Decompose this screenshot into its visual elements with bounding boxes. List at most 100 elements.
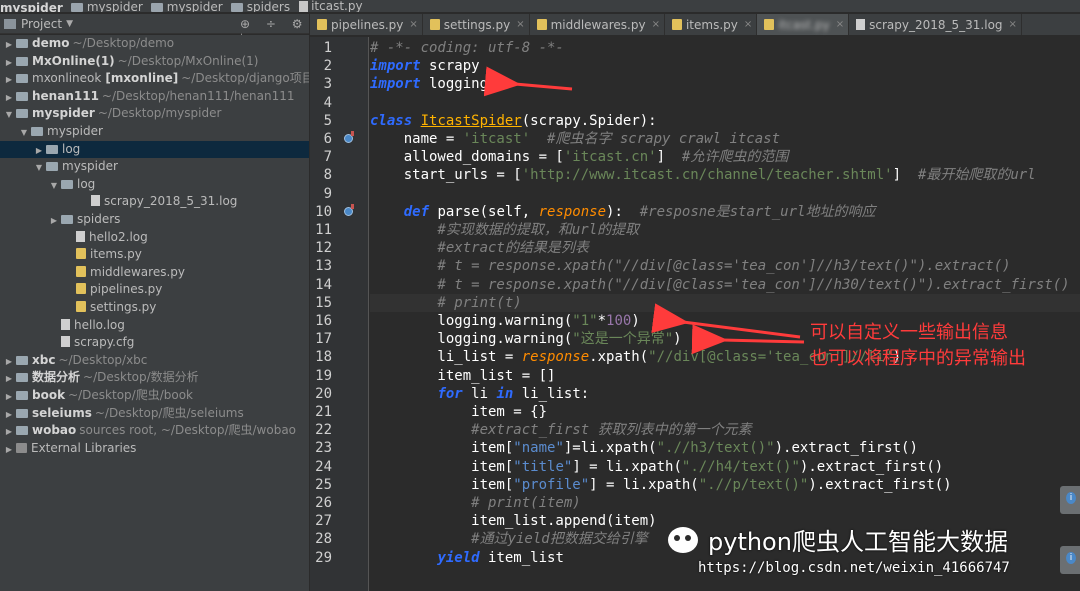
code-editor[interactable]: 1 2 3 4 5 6 7 8 9 10 11 12 13 14 15 16 17 18 19 20 21 22 23 24 2… [310,37,1080,591]
chevron-down-icon[interactable]: ▼ [49,177,59,193]
editor-tab[interactable]: itcast.py × [757,14,850,35]
code-line[interactable]: item["name"]=li.xpath(".//h3/text()").ex… [370,439,1080,457]
chevron-right-icon[interactable]: ▶ [4,71,14,87]
tree-item[interactable]: ▶ book ~/Desktop/爬虫/book [0,387,309,404]
code-line[interactable] [370,185,1080,203]
tree-item[interactable]: hello2.log [0,229,309,246]
code-token: in [496,386,514,402]
chevron-right-icon[interactable]: ▶ [49,212,59,228]
chevron-right-icon[interactable]: ▶ [4,353,14,369]
breadcrumb-item[interactable]: itcast.py [296,0,363,12]
code-line[interactable] [370,94,1080,112]
tree-item[interactable]: scrapy_2018_5_31.log [0,193,309,210]
chevron-right-icon[interactable]: ▶ [34,142,44,158]
code-line[interactable]: #extract_first 获取列表中的第一个元素 [370,421,1080,439]
editor-tab[interactable]: pipelines.py × [310,14,423,35]
code-line[interactable]: #extract的结果是列表 [370,239,1080,257]
code-line[interactable]: import scrapy [370,57,1080,75]
tree-item[interactable]: ▶ wobao sources root, ~/Desktop/爬虫/wobao [0,422,309,439]
navigation-breadcrumb: myspider myspider myspider spiders itcast.py [0,0,1080,13]
tree-item[interactable]: settings.py [0,299,309,316]
code-line[interactable]: # print(item) [370,494,1080,512]
tree-item[interactable]: hello.log [0,317,309,334]
close-icon[interactable]: × [836,19,844,30]
code-area[interactable]: # -*- coding: utf-8 -*- import scrapy impo… [370,37,1080,591]
breadcrumb-item[interactable]: myspider [149,1,223,12]
editor-tab-bar[interactable]: pipelines.py × settings.py × middlewares.py ×… [310,14,1080,36]
chevron-right-icon[interactable]: ▶ [4,406,14,422]
tree-item-label: mxonlineok [32,71,102,85]
editor-tab[interactable]: items.py × [665,14,758,35]
editor-tab[interactable]: middlewares.py × [530,14,665,35]
editor-tab[interactable]: settings.py × [423,14,530,35]
tree-item[interactable]: ▶ mxonlineok[mxonline]~/Desktop/django项目/… [0,70,309,87]
tree-item[interactable]: ▼ myspider [0,158,309,175]
tree-item[interactable]: ▶ xbc ~/Desktop/xbc [0,352,309,369]
code-line[interactable]: #实现数据的提取，和url的提取 [370,221,1080,239]
close-icon[interactable]: × [409,19,417,30]
code-line[interactable]: allowed_domains = ['itcast.cn'] #允许爬虫的范围 [370,148,1080,166]
chevron-right-icon[interactable]: ▶ [4,388,14,404]
chevron-right-icon[interactable]: ▶ [4,370,14,386]
tree-item[interactable]: ▼ log [0,176,309,193]
project-panel-title[interactable]: Project [21,17,62,31]
tree-item[interactable]: middlewares.py [0,264,309,281]
tree-item[interactable]: ▶ 数据分析 ~/Desktop/数据分析 [0,369,309,386]
python-file-icon [429,19,440,30]
tree-item[interactable]: items.py [0,246,309,263]
code-line[interactable]: import logging [370,75,1080,93]
breadcrumb-item[interactable]: myspider [0,2,63,13]
code-line[interactable]: # t = response.xpath("//div[@class='tea_… [370,257,1080,275]
notification-info-icon[interactable] [1060,546,1080,574]
tree-item[interactable]: ▼ myspider ~/Desktop/myspider [0,105,309,122]
tree-item-label: demo [32,36,70,50]
chevron-down-icon[interactable]: ▼ [4,106,14,122]
editor-tab[interactable]: scrapy_2018_5_31.log × [849,14,1022,35]
close-icon[interactable]: × [744,19,752,30]
tree-item-label: MxOnline(1) [32,54,115,68]
code-line[interactable]: def parse(self, response): #resposne是sta… [370,203,1080,221]
chevron-down-icon[interactable]: ▼ [66,19,73,29]
tree-item[interactable]: ▶ MxOnline(1) ~/Desktop/MxOnline(1) [0,53,309,70]
code-line[interactable]: # -*- coding: utf-8 -*- [370,39,1080,57]
project-tree[interactable]: ▶ demo ~/Desktop/demo ▶ MxOnline(1) ~/Desktop… [0,35,309,591]
tree-item[interactable]: ▶ seleiums ~/Desktop/爬虫/seleiums [0,405,309,422]
project-panel-header[interactable]: Project ▼ ⊕ ÷ ⚙ ⊢ [0,14,309,45]
close-icon[interactable]: × [1009,19,1017,30]
tree-item[interactable]: ▶ log [0,141,309,158]
line-number: 12 [315,240,332,256]
tree-item[interactable]: ▶ henan111 ~/Desktop/henan111/henan111 [0,88,309,105]
code-token: import [370,58,421,74]
tree-item[interactable]: ▶ demo ~/Desktop/demo [0,35,309,52]
code-line[interactable]: class ItcastSpider(scrapy.Spider): [370,112,1080,130]
tree-item[interactable]: pipelines.py [0,281,309,298]
chevron-right-icon[interactable]: ▶ [4,89,14,105]
chevron-right-icon[interactable]: ▶ [4,54,14,70]
event-log-info-icon[interactable] [1060,486,1080,514]
code-line[interactable]: # print(t) [370,294,1080,312]
close-icon[interactable]: × [516,19,524,30]
code-line[interactable]: item["title"] = li.xpath(".//h4/text()")… [370,458,1080,476]
code-line[interactable]: start_urls = ['http://www.itcast.cn/chan… [370,166,1080,184]
chevron-right-icon[interactable]: ▶ [4,36,14,52]
chevron-down-icon[interactable]: ▼ [19,124,29,140]
tree-item[interactable]: scrapy.cfg [0,334,309,351]
breadcrumb-item[interactable]: spiders [229,1,290,12]
chevron-right-icon[interactable]: ▶ [4,441,14,457]
tree-item[interactable]: ▶ External Libraries [0,440,309,457]
close-icon[interactable]: × [652,19,660,30]
code-line[interactable]: item = {} [370,403,1080,421]
code-line[interactable]: # t = response.xpath("//div[@class='tea_… [370,276,1080,294]
tree-item-label: spiders [77,212,121,226]
code-token: ".//h4/text()" [681,459,800,475]
chevron-right-icon[interactable]: ▶ [4,423,14,439]
code-line[interactable]: for li in li_list: [370,385,1080,403]
override-marker-icon[interactable] [344,131,354,143]
breadcrumb-item[interactable]: myspider [69,1,143,12]
tree-item[interactable]: ▶ spiders [0,211,309,228]
chevron-down-icon[interactable]: ▼ [34,159,44,175]
code-line[interactable]: name = 'itcast' #爬虫名字 scrapy crawl itcas… [370,130,1080,148]
code-line[interactable]: item["profile"] = li.xpath(".//p/text()"… [370,476,1080,494]
override-marker-icon[interactable] [344,204,354,216]
tree-item[interactable]: ▼ myspider [0,123,309,140]
